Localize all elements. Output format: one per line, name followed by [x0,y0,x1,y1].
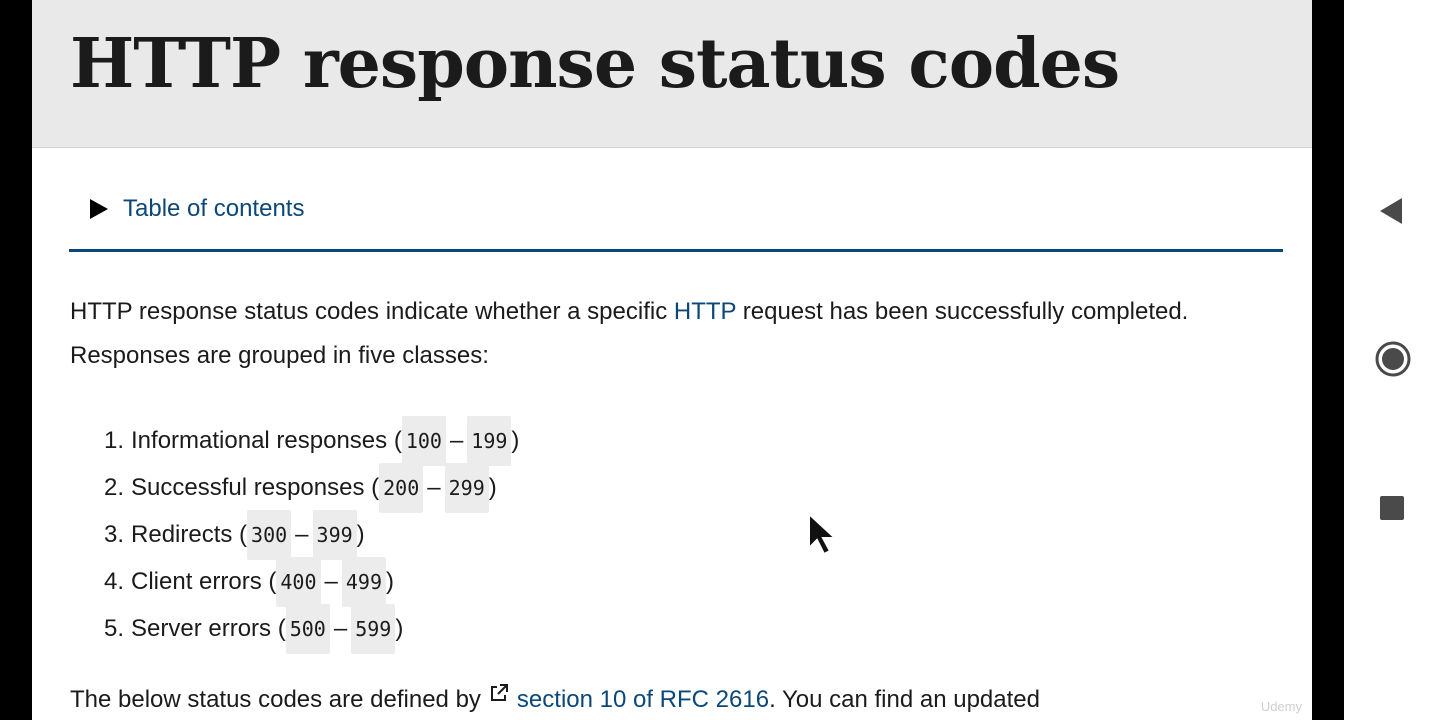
class-label: Client errors ( [131,567,277,595]
list-item: 1. Informational responses ( 100 – 199 ) [104,415,520,466]
range-end-code: 299 [444,462,489,513]
triangle-right-icon [90,199,108,219]
footer-paragraph: The below status codes are defined by sec… [70,680,1040,720]
table-of-contents-toggle[interactable]: Table of contents [90,190,304,228]
http-link[interactable]: HTTP [674,298,736,325]
screen: HTTP response status codes Table of cont… [0,0,1440,720]
range-start-code: 200 [379,462,424,513]
range-start-code: 400 [276,556,321,607]
browser-page: HTTP response status codes Table of cont… [32,0,1312,720]
range-dash: – [333,614,348,642]
list-item: 3. Redirects ( 300 – 399 ) [104,509,519,560]
class-label: Redirects ( [131,520,248,548]
range-end-code: 199 [467,415,512,466]
list-number: 2. [104,473,125,501]
mouse-pointer-icon [808,512,838,556]
list-number: 4. [104,567,125,595]
intro-paragraph: HTTP response status codes indicate whet… [70,290,1250,378]
intro-text-before: HTTP response status codes indicate whet… [70,298,674,325]
range-start-code: 500 [285,603,330,654]
range-start-code: 300 [247,509,292,560]
range-end-code: 599 [351,603,396,654]
class-label: Server errors ( [131,614,286,642]
close-paren: ) [488,473,497,501]
home-circle-icon[interactable] [1374,340,1412,378]
list-item: 4. Client errors ( 400 – 499 ) [104,556,519,607]
range-dash: – [449,426,464,454]
recent-square-icon[interactable] [1380,496,1404,520]
close-paren: ) [385,567,394,595]
list-number: 5. [104,614,125,642]
toc-divider [69,249,1283,252]
class-label: Informational responses ( [131,426,402,454]
list-number: 3. [104,520,125,548]
close-paren: ) [395,614,404,642]
list-number: 1. [104,426,125,454]
rfc-2616-link[interactable]: section 10 of RFC 2616 [517,686,769,713]
range-dash: – [295,520,309,548]
class-label: Successful responses ( [131,473,380,501]
footer-text-before: The below status codes are defined by [70,686,481,713]
range-end-code: 399 [312,509,357,560]
range-end-code: 499 [341,556,386,607]
external-link-icon [490,684,508,701]
toc-label: Table of contents [123,195,305,222]
response-classes-list: 1. Informational responses ( 100 – 199 )… [104,415,520,654]
footer-text-after: . You can find an updated [769,686,1040,713]
back-triangle-icon[interactable] [1378,196,1404,226]
udemy-watermark: Udemy [1260,699,1302,714]
android-nav-bar [1344,0,1440,720]
close-paren: ) [356,520,365,548]
page-header: HTTP response status codes [32,0,1312,148]
list-item: 5. Server errors ( 500 – 599 ) [104,603,519,654]
page-title: HTTP response status codes [70,24,1120,104]
list-item: 2. Successful responses ( 200 – 299 ) [104,462,519,513]
range-dash: – [427,473,441,501]
close-paren: ) [511,426,520,454]
range-start-code: 100 [401,415,446,466]
range-dash: – [324,567,338,595]
